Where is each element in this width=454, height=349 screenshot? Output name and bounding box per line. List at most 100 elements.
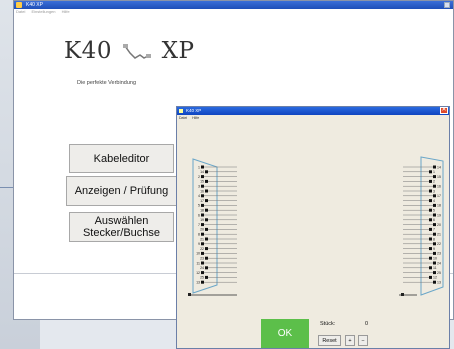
right-pin-number: 10 [433,257,437,261]
right-pin [429,227,432,231]
left-pin [205,189,208,193]
right-pin-number: 15 [437,175,441,179]
right-pin [429,256,432,260]
minus-button[interactable]: − [358,335,368,346]
left-pin-number: 16 [200,189,204,193]
left-pin-number: 7 [198,223,200,227]
right-pin [433,194,436,198]
right-pin [433,213,436,217]
logo-right-text: XP [161,38,195,64]
right-pin [429,237,432,241]
left-pin-number: 18 [200,209,204,213]
tagline: Die perfekte Verbindung [77,80,137,86]
right-pin [433,232,436,236]
left-pin [201,213,204,217]
right-pin-number: 11 [433,266,437,270]
left-pin [201,280,204,284]
left-pin-number: 14 [200,170,204,174]
menu-datei[interactable]: Datei [16,9,25,14]
right-pin-number: 17 [437,194,441,198]
right-pin-number: 22 [437,242,441,246]
right-pin-number: 24 [437,261,441,265]
left-pin [205,266,208,270]
right-pin-number: 6 [433,218,435,222]
right-pin-number: 12 [433,276,437,280]
right-pin [429,170,432,174]
right-pin-number: 9 [433,247,435,251]
left-pin [201,232,204,236]
right-pin-number: 19 [437,213,441,217]
left-pin-number: 4 [198,194,200,198]
anzeigen-pruefung-button[interactable]: Anzeigen / Prüfung [66,176,177,206]
left-pin [201,184,204,188]
left-pin-number: 1 [198,165,200,169]
right-pin [429,266,432,270]
right-pin-number: 7 [433,228,435,232]
left-pin-number: 10 [196,252,200,256]
left-pin-number: 17 [200,199,204,203]
left-pin [205,256,208,260]
left-pin [201,165,204,169]
dialog-menu-hilfe[interactable]: Hilfe [192,116,199,120]
left-pin-number: 19 [200,218,204,222]
left-pin-number: 15 [200,180,204,184]
right-pin [433,203,436,207]
minimize-icon[interactable] [444,2,450,8]
main-menu-bar: Datei Einstellungen Hilfe [14,9,453,15]
right-pin-number: 2 [433,180,435,184]
left-pin [201,194,204,198]
right-pin [433,165,436,169]
menu-einstellungen[interactable]: Einstellungen [31,9,55,14]
left-pin [201,203,204,207]
dialog-app-icon [179,109,183,113]
left-pin-number: 3 [198,185,200,189]
kabeleditor-button[interactable]: Kabeleditor [69,144,174,173]
right-pin-number: 14 [437,165,441,169]
left-pin-number: 11 [196,261,200,265]
right-pin [429,275,432,279]
stueck-value: 0 [365,321,369,327]
dialog-menu-datei[interactable]: Datei [179,116,187,120]
right-pin-number: 5 [433,209,435,213]
left-pin-number: 9 [198,242,200,246]
right-pin [429,218,432,222]
pruefung-dialog: K40 XP ✕ Datei Hilfe 1 14 2 15 3 16 4 17 5 18 6 19 7… [176,106,450,349]
logo-left-text: K40 [64,38,112,64]
left-pin [201,175,204,179]
left-pin-number: 6 [198,213,200,217]
menu-hilfe[interactable]: Hilfe [62,9,70,14]
left-pin-number: 23 [200,257,204,261]
right-pin-number: 23 [437,252,441,256]
right-pin [429,189,432,193]
right-pin-number: 16 [437,185,441,189]
left-pin [201,251,204,255]
right-pin [433,261,436,265]
right-pin-number: 25 [437,271,441,275]
left-pin [205,208,208,212]
dialog-title-bar: K40 XP ✕ [177,107,449,115]
auswaehlen-stecker-button[interactable]: Auswählen Stecker/Buchse [69,212,174,242]
reset-button[interactable]: Reset [318,335,341,346]
left-pin [205,275,208,279]
left-pin-number: 25 [200,276,204,280]
left-connector: 1142153164175186197208219221023112412251… [188,158,237,296]
plus-button[interactable]: + [345,335,355,346]
ok-button[interactable]: OK [261,319,309,348]
close-icon[interactable]: ✕ [440,107,448,114]
dialog-title-text: K40 XP [186,108,202,113]
left-pin-number: 5 [198,204,200,208]
left-pin-number: 12 [196,271,200,275]
right-pin-number: 4 [433,199,435,203]
right-pin-number: 1 [433,170,435,174]
right-pin [433,242,436,246]
app-icon [16,2,22,8]
left-pin [205,179,208,183]
left-pin [205,218,208,222]
left-pin [205,170,208,174]
logo: K40 XP [64,38,194,64]
right-pin [429,199,432,203]
right-pin-number: 3 [433,189,435,193]
dialog-menu-bar: Datei Hilfe [177,115,449,121]
left-pin-number: 20 [200,228,204,232]
left-pin-number: 24 [200,266,204,270]
